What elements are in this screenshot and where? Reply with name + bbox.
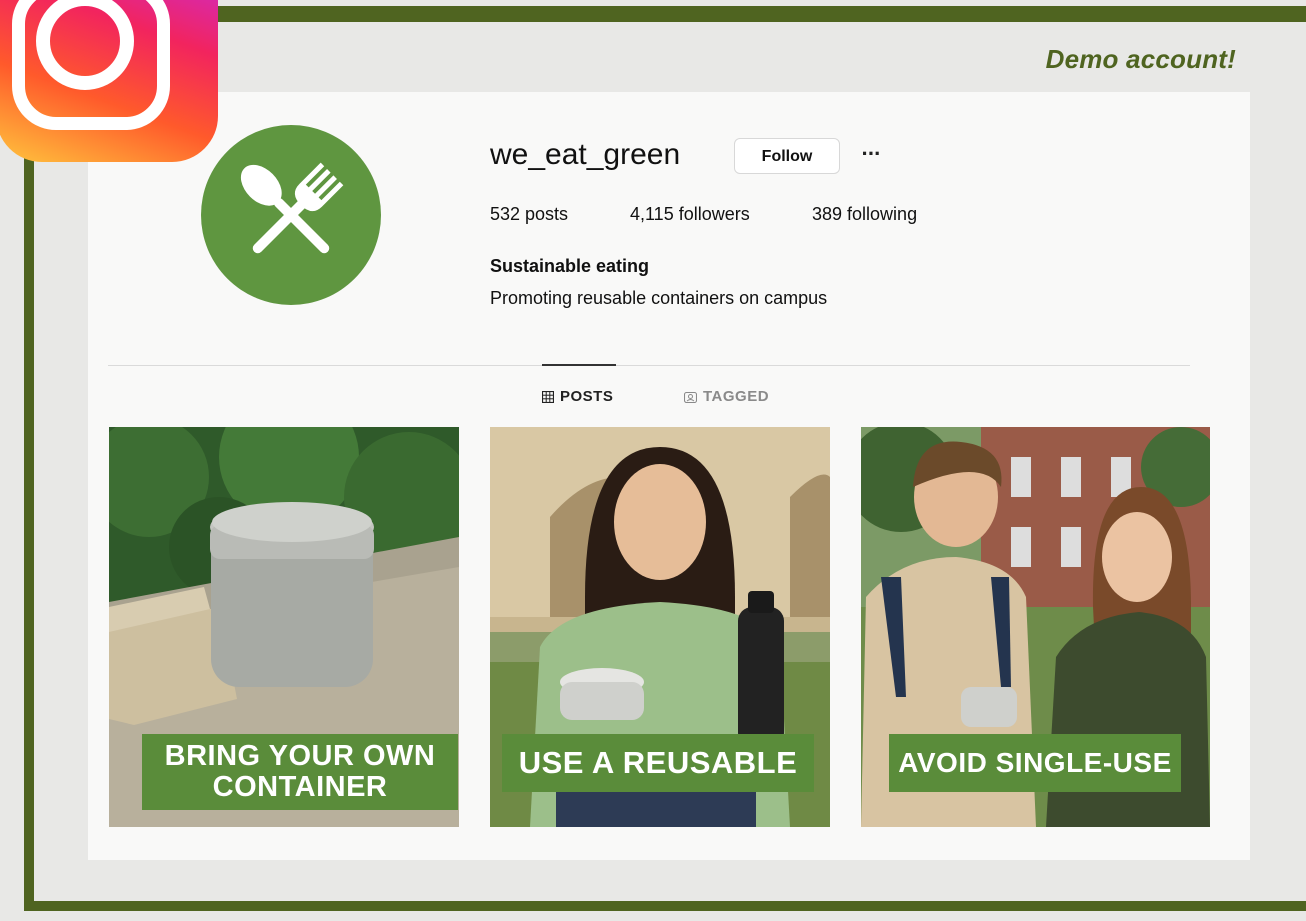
follow-button[interactable]: Follow <box>734 138 840 174</box>
profile-avatar[interactable] <box>201 125 381 305</box>
instagram-logo-icon <box>0 0 218 162</box>
grid-icon <box>542 390 554 403</box>
followers-count[interactable]: 4,115 followers <box>630 204 750 225</box>
following-count[interactable]: 389 following <box>812 204 917 225</box>
active-tab-indicator <box>542 364 616 366</box>
demo-account-label: Demo account! <box>1045 44 1236 74</box>
bio-name: Sustainable eating <box>490 256 650 276</box>
post-1-caption-line-2: CONTAINER <box>212 771 388 803</box>
post-1-caption: BRING YOUR OWN CONTAINER <box>142 734 458 810</box>
post-3-caption: AVOID SINGLE-USE <box>889 734 1181 792</box>
post-2-caption: USE A REUSABLE <box>502 734 814 792</box>
bio-text: Promoting reusable containers on campus <box>490 288 828 308</box>
profile-card: we_eat_green Follow ··· 532 posts 4,115 … <box>88 92 1250 860</box>
tab-posts-label: POSTS <box>560 388 614 405</box>
posts-count[interactable]: 532 posts <box>490 204 568 225</box>
fork-spoon-icon <box>240 162 344 254</box>
tab-tagged-label: TAGGED <box>703 388 770 405</box>
post-tile-1[interactable]: BRING YOUR OWN CONTAINER <box>109 427 459 827</box>
post-tile-3[interactable]: AVOID SINGLE-USE <box>861 427 1210 827</box>
post-1-caption-line-1: BRING YOUR OWN <box>164 740 436 772</box>
tag-icon <box>684 391 697 403</box>
tabs-divider <box>108 365 1190 366</box>
tab-posts[interactable]: POSTS <box>542 388 613 405</box>
more-options-button[interactable]: ··· <box>856 136 886 172</box>
tab-tagged[interactable]: TAGGED <box>684 388 769 405</box>
post-tile-2[interactable]: USE A REUSABLE <box>490 427 830 827</box>
profile-username: we_eat_green <box>490 138 681 171</box>
